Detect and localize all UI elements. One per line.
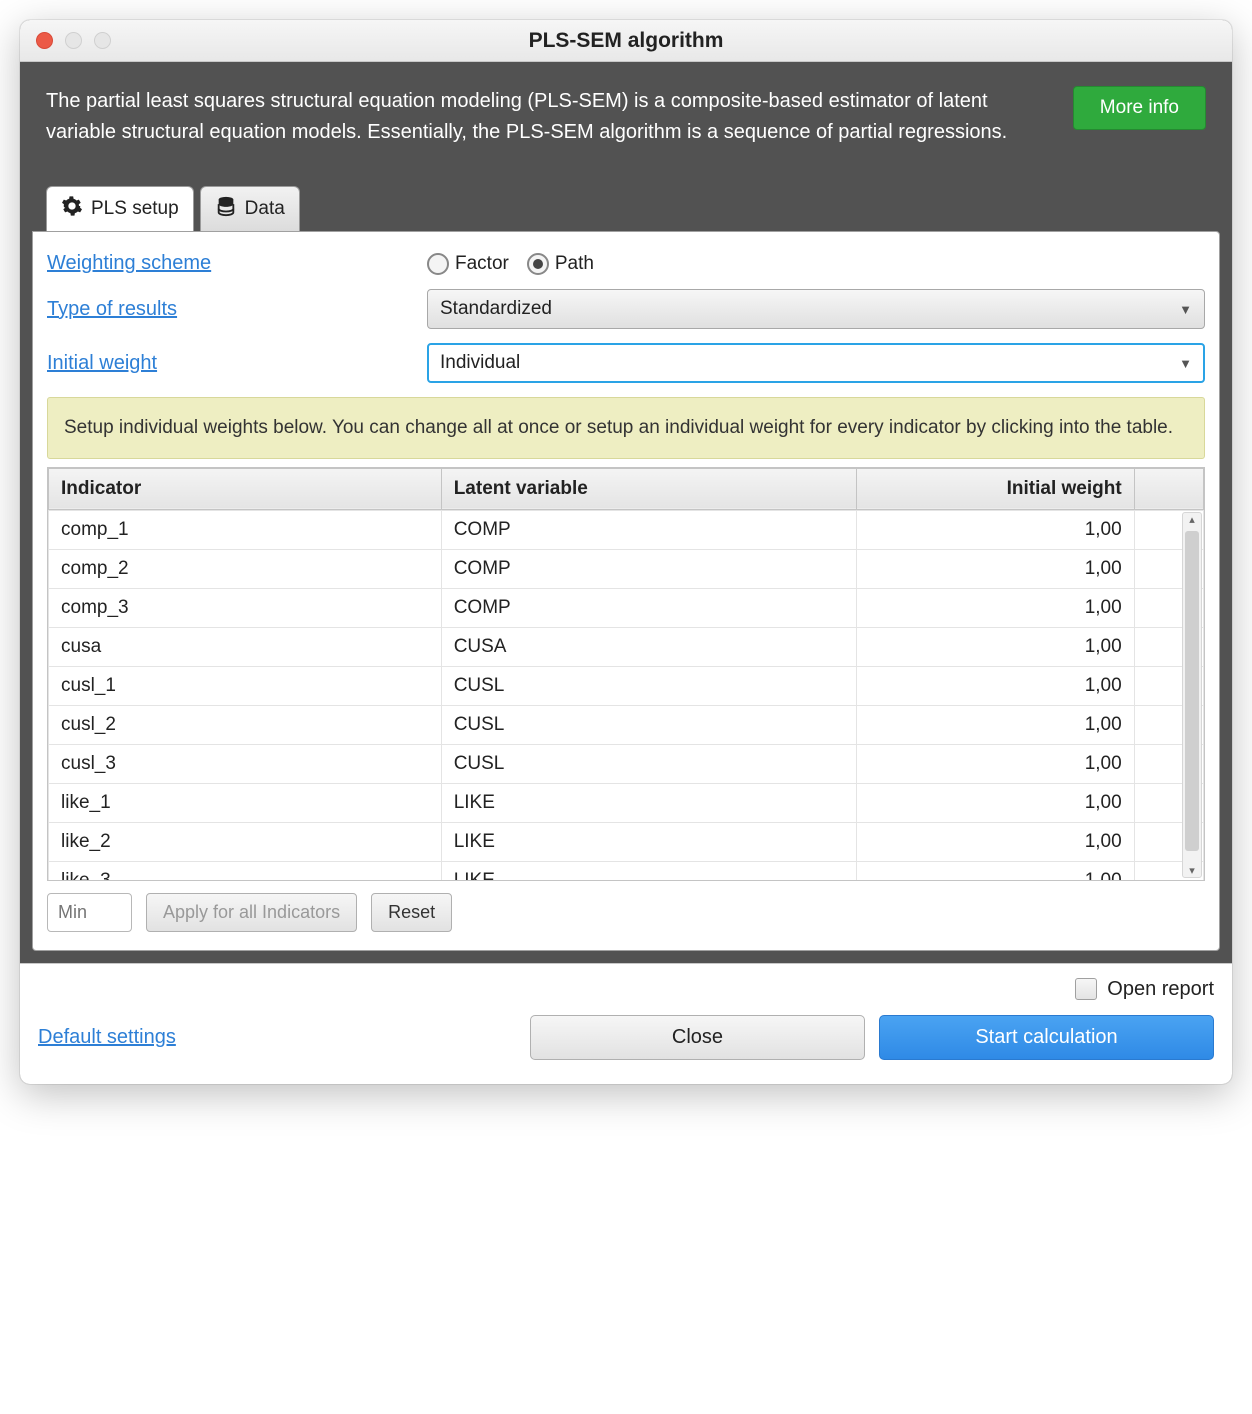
titlebar: PLS-SEM algorithm (20, 20, 1232, 62)
gear-icon (61, 195, 83, 223)
table-row[interactable]: like_2LIKE1,00 (49, 822, 1204, 861)
cell-latent[interactable]: LIKE (441, 783, 857, 822)
tab-pls-setup-label: PLS setup (91, 198, 179, 220)
tab-data-label: Data (245, 198, 285, 220)
radio-path-label: Path (555, 253, 594, 275)
col-latent[interactable]: Latent variable (441, 468, 857, 509)
weighting-scheme-label[interactable]: Weighting scheme (47, 252, 427, 275)
scroll-down-icon[interactable]: ▾ (1189, 864, 1195, 877)
cell-latent[interactable]: COMP (441, 549, 857, 588)
cell-latent[interactable]: LIKE (441, 861, 857, 880)
cell-weight[interactable]: 1,00 (857, 666, 1134, 705)
default-settings-link[interactable]: Default settings (38, 1026, 176, 1049)
cell-latent[interactable]: COMP (441, 510, 857, 549)
cell-indicator[interactable]: cusa (49, 627, 442, 666)
dialog-window: PLS-SEM algorithm The partial least squa… (20, 20, 1232, 1084)
cell-weight[interactable]: 1,00 (857, 861, 1134, 880)
cell-latent[interactable]: CUSA (441, 627, 857, 666)
radio-factor[interactable]: Factor (427, 253, 509, 275)
cell-indicator[interactable]: like_1 (49, 783, 442, 822)
start-calculation-button[interactable]: Start calculation (879, 1015, 1214, 1060)
apply-all-button[interactable]: Apply for all Indicators (146, 893, 357, 932)
close-button[interactable]: Close (530, 1015, 865, 1060)
type-of-results-select[interactable]: Standardized ▼ (427, 289, 1205, 329)
table-row[interactable]: comp_2COMP1,00 (49, 549, 1204, 588)
weighting-scheme-radios: Factor Path (427, 253, 594, 275)
radio-icon (527, 253, 549, 275)
cell-weight[interactable]: 1,00 (857, 822, 1134, 861)
chevron-down-icon: ▼ (1179, 356, 1192, 371)
table-row[interactable]: like_1LIKE1,00 (49, 783, 1204, 822)
cell-latent[interactable]: CUSL (441, 666, 857, 705)
col-weight[interactable]: Initial weight (857, 468, 1134, 509)
cell-indicator[interactable]: like_3 (49, 861, 442, 880)
scroll-up-icon[interactable]: ▴ (1189, 513, 1195, 526)
type-of-results-label[interactable]: Type of results (47, 298, 427, 321)
cell-weight[interactable]: 1,00 (857, 549, 1134, 588)
more-info-button[interactable]: More info (1073, 86, 1206, 130)
cell-latent[interactable]: LIKE (441, 822, 857, 861)
radio-icon (427, 253, 449, 275)
col-spacer (1134, 468, 1203, 509)
cell-indicator[interactable]: cusl_3 (49, 744, 442, 783)
open-report-label: Open report (1107, 978, 1214, 1001)
tab-bar: PLS setup Data (46, 186, 1206, 231)
min-input[interactable] (47, 893, 132, 932)
database-icon (215, 195, 237, 223)
footer: Open report Default settings Close Start… (20, 963, 1232, 1084)
close-window-icon[interactable] (36, 32, 53, 49)
tab-pls-setup[interactable]: PLS setup (46, 186, 194, 231)
cell-weight[interactable]: 1,00 (857, 588, 1134, 627)
cell-weight[interactable]: 1,00 (857, 783, 1134, 822)
cell-latent[interactable]: CUSL (441, 705, 857, 744)
window-controls (20, 32, 111, 49)
table-body-scroll[interactable]: comp_1COMP1,00comp_2COMP1,00comp_3COMP1,… (48, 510, 1204, 880)
zoom-window-icon[interactable] (94, 32, 111, 49)
cell-indicator[interactable]: comp_2 (49, 549, 442, 588)
scrollbar-thumb[interactable] (1185, 531, 1199, 851)
cell-indicator[interactable]: comp_1 (49, 510, 442, 549)
tab-data[interactable]: Data (200, 186, 300, 231)
cell-weight[interactable]: 1,00 (857, 744, 1134, 783)
table-row[interactable]: cusl_2CUSL1,00 (49, 705, 1204, 744)
hint-box: Setup individual weights below. You can … (47, 397, 1205, 459)
initial-weight-select[interactable]: Individual ▼ (427, 343, 1205, 383)
type-of-results-value: Standardized (440, 298, 552, 320)
cell-indicator[interactable]: cusl_1 (49, 666, 442, 705)
table-row[interactable]: cusl_3CUSL1,00 (49, 744, 1204, 783)
upper-area: The partial least squares structural equ… (20, 62, 1232, 231)
cell-latent[interactable]: COMP (441, 588, 857, 627)
intro-text: The partial least squares structural equ… (46, 86, 1053, 148)
reset-button[interactable]: Reset (371, 893, 452, 932)
cell-weight[interactable]: 1,00 (857, 627, 1134, 666)
col-indicator[interactable]: Indicator (49, 468, 442, 509)
weights-table: Indicator Latent variable Initial weight… (47, 467, 1205, 881)
vertical-scrollbar[interactable]: ▴ ▾ (1182, 512, 1202, 878)
initial-weight-label[interactable]: Initial weight (47, 352, 427, 375)
cell-weight[interactable]: 1,00 (857, 705, 1134, 744)
cell-indicator[interactable]: comp_3 (49, 588, 442, 627)
cell-weight[interactable]: 1,00 (857, 510, 1134, 549)
cell-latent[interactable]: CUSL (441, 744, 857, 783)
settings-panel: Weighting scheme Factor Path Type of res… (32, 231, 1220, 951)
minimize-window-icon[interactable] (65, 32, 82, 49)
cell-indicator[interactable]: like_2 (49, 822, 442, 861)
table-row[interactable]: comp_1COMP1,00 (49, 510, 1204, 549)
cell-indicator[interactable]: cusl_2 (49, 705, 442, 744)
initial-weight-value: Individual (440, 352, 520, 374)
radio-path[interactable]: Path (527, 253, 594, 275)
open-report-checkbox[interactable] (1075, 978, 1097, 1000)
table-row[interactable]: like_3LIKE1,00 (49, 861, 1204, 880)
table-row[interactable]: cusl_1CUSL1,00 (49, 666, 1204, 705)
table-row[interactable]: cusaCUSA1,00 (49, 627, 1204, 666)
window-title: PLS-SEM algorithm (20, 29, 1232, 53)
radio-factor-label: Factor (455, 253, 509, 275)
table-row[interactable]: comp_3COMP1,00 (49, 588, 1204, 627)
chevron-down-icon: ▼ (1179, 302, 1192, 317)
